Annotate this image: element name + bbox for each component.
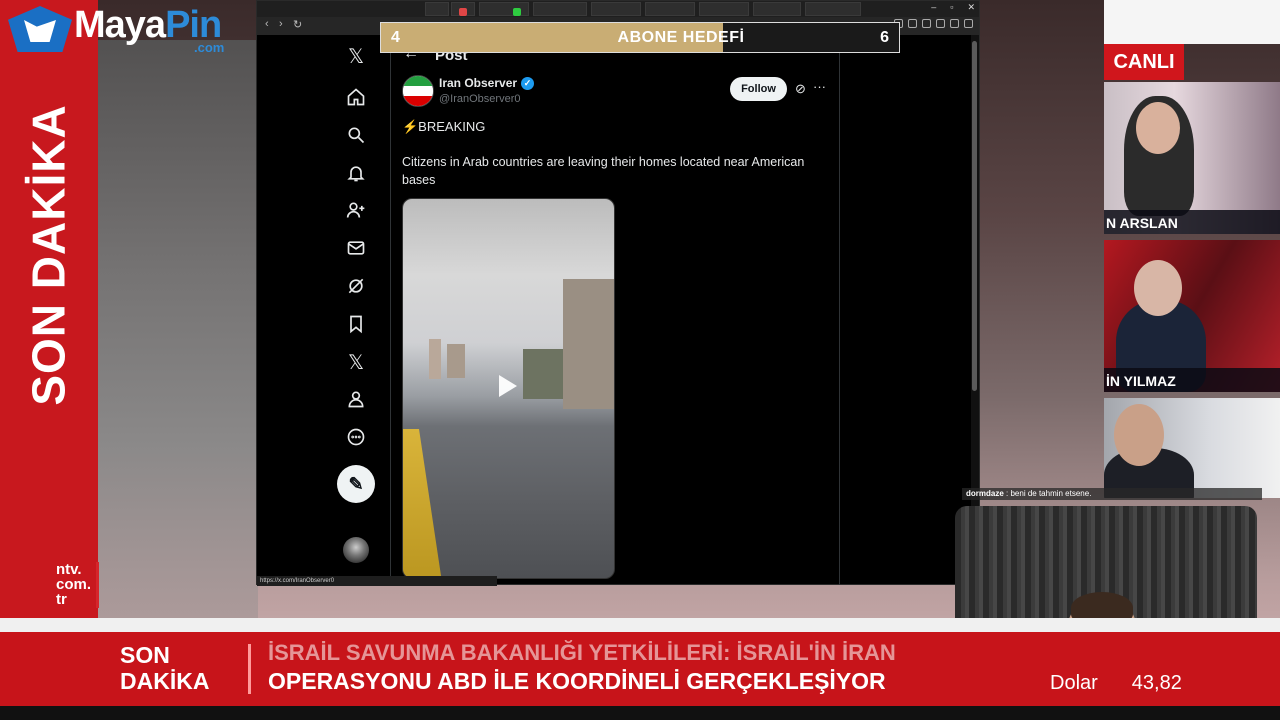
- maximize-icon[interactable]: ▫: [950, 1, 953, 13]
- guest-panel: [1104, 398, 1280, 498]
- tab-favicon-icon: [513, 8, 521, 16]
- logo-word-maya: Maya: [74, 4, 166, 46]
- follow-icon[interactable]: [337, 195, 375, 225]
- chat-user: dormdaze: [966, 489, 1004, 498]
- ticker-label-line2: DAKİKA: [120, 668, 210, 694]
- back-icon[interactable]: ‹: [265, 18, 269, 30]
- grok-icon[interactable]: [337, 271, 375, 301]
- goal-label: ABONE HEDEFİ: [617, 29, 745, 46]
- compose-post-button[interactable]: ✎: [337, 465, 375, 503]
- browser-window: – ▫ ✕ ‹ › ↻ 𝕏 𝕏 ✎ ← Post Iran Observer ✓…: [256, 0, 980, 586]
- account-avatar[interactable]: [343, 537, 369, 563]
- browser-tab[interactable]: [425, 2, 449, 16]
- author-avatar[interactable]: [402, 75, 434, 107]
- post-text: Citizens in Arab countries are leaving t…: [402, 155, 805, 187]
- search-icon[interactable]: [337, 120, 375, 150]
- chat-text: : beni de tahmin etsene.: [1006, 489, 1092, 498]
- premium-icon[interactable]: 𝕏: [337, 347, 375, 377]
- chat-message: dormdaze : beni de tahmin etsene.: [962, 488, 1262, 500]
- profile-icon[interactable]: [337, 384, 375, 414]
- status-url: https://x.com/IranObserver0: [257, 576, 497, 586]
- son-dakika-band: SON DAKİKA: [0, 0, 98, 618]
- goal-target: 6: [880, 29, 889, 46]
- stream-canvas: SON DAKİKA ntv. com. tr MayaPin .com – ▫…: [0, 0, 1280, 720]
- logo-domain: .com: [194, 40, 225, 55]
- browser-tab[interactable]: [591, 2, 641, 16]
- post-more-button[interactable]: ···: [813, 79, 826, 94]
- ntv-divider: [96, 562, 99, 608]
- messages-icon[interactable]: [337, 233, 375, 263]
- grok-explain-icon[interactable]: ⊘: [795, 81, 806, 97]
- news-ticker: SON DAKİKA İSRAİL SAVUNMA BAKANLIĞI YETKİ…: [0, 632, 1280, 706]
- author-name[interactable]: Iran Observer: [439, 76, 517, 90]
- browser-tab[interactable]: [699, 2, 749, 16]
- guest-name: N ARSLAN: [1104, 210, 1280, 234]
- menu-icon[interactable]: [964, 19, 973, 28]
- compose-icon: ✎: [348, 473, 364, 494]
- browser-tab[interactable]: [753, 2, 801, 16]
- bottom-strip: [0, 706, 1280, 720]
- home-icon[interactable]: [337, 82, 375, 112]
- close-icon[interactable]: ✕: [967, 1, 975, 13]
- live-badge: CANLI: [1104, 44, 1184, 80]
- currency-name: Dolar: [1050, 672, 1098, 694]
- extension-icon[interactable]: [908, 19, 917, 28]
- subscriber-goal-bar: 4 ABONE HEDEFİ 6: [380, 22, 900, 53]
- forward-icon[interactable]: ›: [279, 18, 283, 30]
- ntv-logo: ntv. com. tr: [56, 561, 92, 608]
- fox-logo-icon: [8, 6, 72, 52]
- ticker-headline-line2: OPERASYONU ABD İLE KOORDİNELİ GERÇEKLEŞİ…: [268, 668, 886, 694]
- minimize-icon[interactable]: –: [931, 1, 936, 13]
- currency-value: 43,82: [1131, 672, 1182, 694]
- guest-panel: N ARSLAN: [1104, 82, 1280, 234]
- mayapin-logo: MayaPin .com: [8, 2, 238, 58]
- background-blur: [98, 40, 258, 620]
- x-logo-icon[interactable]: 𝕏: [337, 41, 375, 71]
- browser-tab[interactable]: [805, 2, 861, 16]
- browser-tab[interactable]: [533, 2, 587, 16]
- play-icon[interactable]: [499, 375, 517, 397]
- notifications-icon[interactable]: [337, 158, 375, 188]
- scrollbar[interactable]: [971, 35, 979, 585]
- ticker-headline-line1: İSRAİL SAVUNMA BAKANLIĞI YETKİLİLERİ: İS…: [268, 640, 896, 665]
- tv-top-area: [1104, 0, 1280, 44]
- extension-icon[interactable]: [950, 19, 959, 28]
- post-breaking-label: ⚡BREAKING: [402, 119, 486, 134]
- guest-name: İN YILMAZ: [1104, 368, 1280, 392]
- extension-icon[interactable]: [936, 19, 945, 28]
- extension-icon[interactable]: [922, 19, 931, 28]
- more-icon[interactable]: [337, 422, 375, 452]
- tab-favicon-icon: [459, 8, 467, 16]
- ticker-label-line1: SON: [120, 642, 170, 668]
- post-column: ← Post Iran Observer ✓ @IranObserver0 Fo…: [390, 35, 840, 585]
- bookmarks-icon[interactable]: [337, 309, 375, 339]
- browser-tab[interactable]: [645, 2, 695, 16]
- goal-current: 4: [391, 29, 400, 46]
- author-handle[interactable]: @IranObserver0: [439, 93, 520, 105]
- son-dakika-vertical-text: SON DAKİKA: [23, 104, 75, 406]
- verified-badge-icon: ✓: [521, 76, 535, 90]
- follow-button[interactable]: Follow: [730, 77, 787, 101]
- ticker-top-strip: [0, 618, 1280, 632]
- browser-tab[interactable]: [479, 2, 529, 16]
- browser-tab[interactable]: [451, 2, 475, 16]
- ticker-divider: [248, 644, 251, 694]
- guest-panel: İN YILMAZ: [1104, 240, 1280, 392]
- reload-icon[interactable]: ↻: [293, 18, 302, 31]
- tab-strip: – ▫ ✕: [257, 1, 979, 17]
- extension-icons: [894, 19, 973, 28]
- post-video[interactable]: [402, 198, 615, 579]
